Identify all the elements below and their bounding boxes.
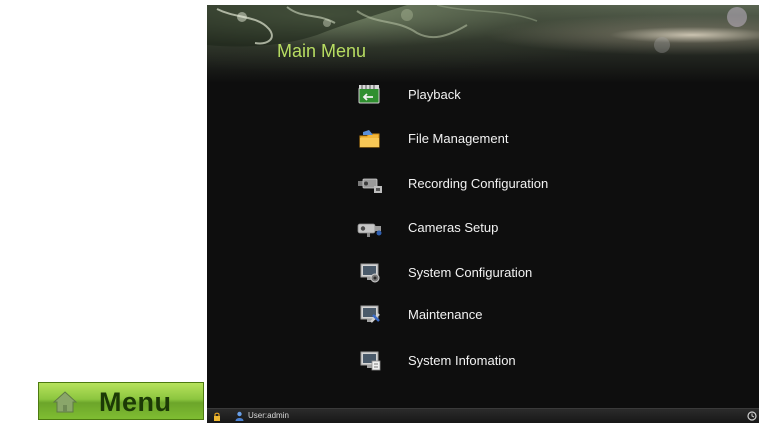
main-menu-window: Main Menu Playback File Management Recor… xyxy=(207,5,759,423)
playback-icon xyxy=(358,85,380,104)
menu-item-label: Playback xyxy=(408,87,461,102)
menu-item-label: System Configuration xyxy=(408,265,533,280)
menu-item-label: Recording Configuration xyxy=(408,176,549,191)
recording-camera-icon xyxy=(358,178,382,193)
menu-item-cameras-setup[interactable]: Cameras Setup xyxy=(347,212,687,244)
menu-item-recording-configuration[interactable]: Recording Configuration xyxy=(347,168,687,200)
camera-icon xyxy=(357,223,382,237)
user-icon xyxy=(235,411,244,421)
status-bar: User:admin xyxy=(207,408,759,423)
menu-item-label: Maintenance xyxy=(408,307,483,322)
lock-icon[interactable] xyxy=(213,412,221,421)
menu-item-label: File Management xyxy=(408,131,509,146)
menu-button-label: Menu xyxy=(99,387,172,417)
menu-item-file-management[interactable]: File Management xyxy=(347,123,687,155)
window-title: Main Menu xyxy=(277,41,367,61)
folder-icon xyxy=(359,130,380,148)
menu-button[interactable]: Menu xyxy=(38,382,204,420)
page: Menu Main Menu Playback File Management … xyxy=(0,0,759,423)
maintenance-icon xyxy=(360,305,380,323)
clock-icon[interactable] xyxy=(747,411,757,421)
menu-item-maintenance[interactable]: Maintenance xyxy=(347,299,687,331)
menu-item-label: System Infomation xyxy=(408,353,516,368)
current-user-text: User:admin xyxy=(248,411,289,420)
menu-item-playback[interactable]: Playback xyxy=(347,79,687,111)
system-info-icon xyxy=(360,351,381,371)
home-icon xyxy=(53,391,77,413)
menu-item-label: Cameras Setup xyxy=(408,220,499,235)
menu-item-system-configuration[interactable]: System Configuration xyxy=(347,257,687,289)
menu-item-system-information[interactable]: System Infomation xyxy=(347,345,687,377)
system-config-icon xyxy=(360,263,380,283)
